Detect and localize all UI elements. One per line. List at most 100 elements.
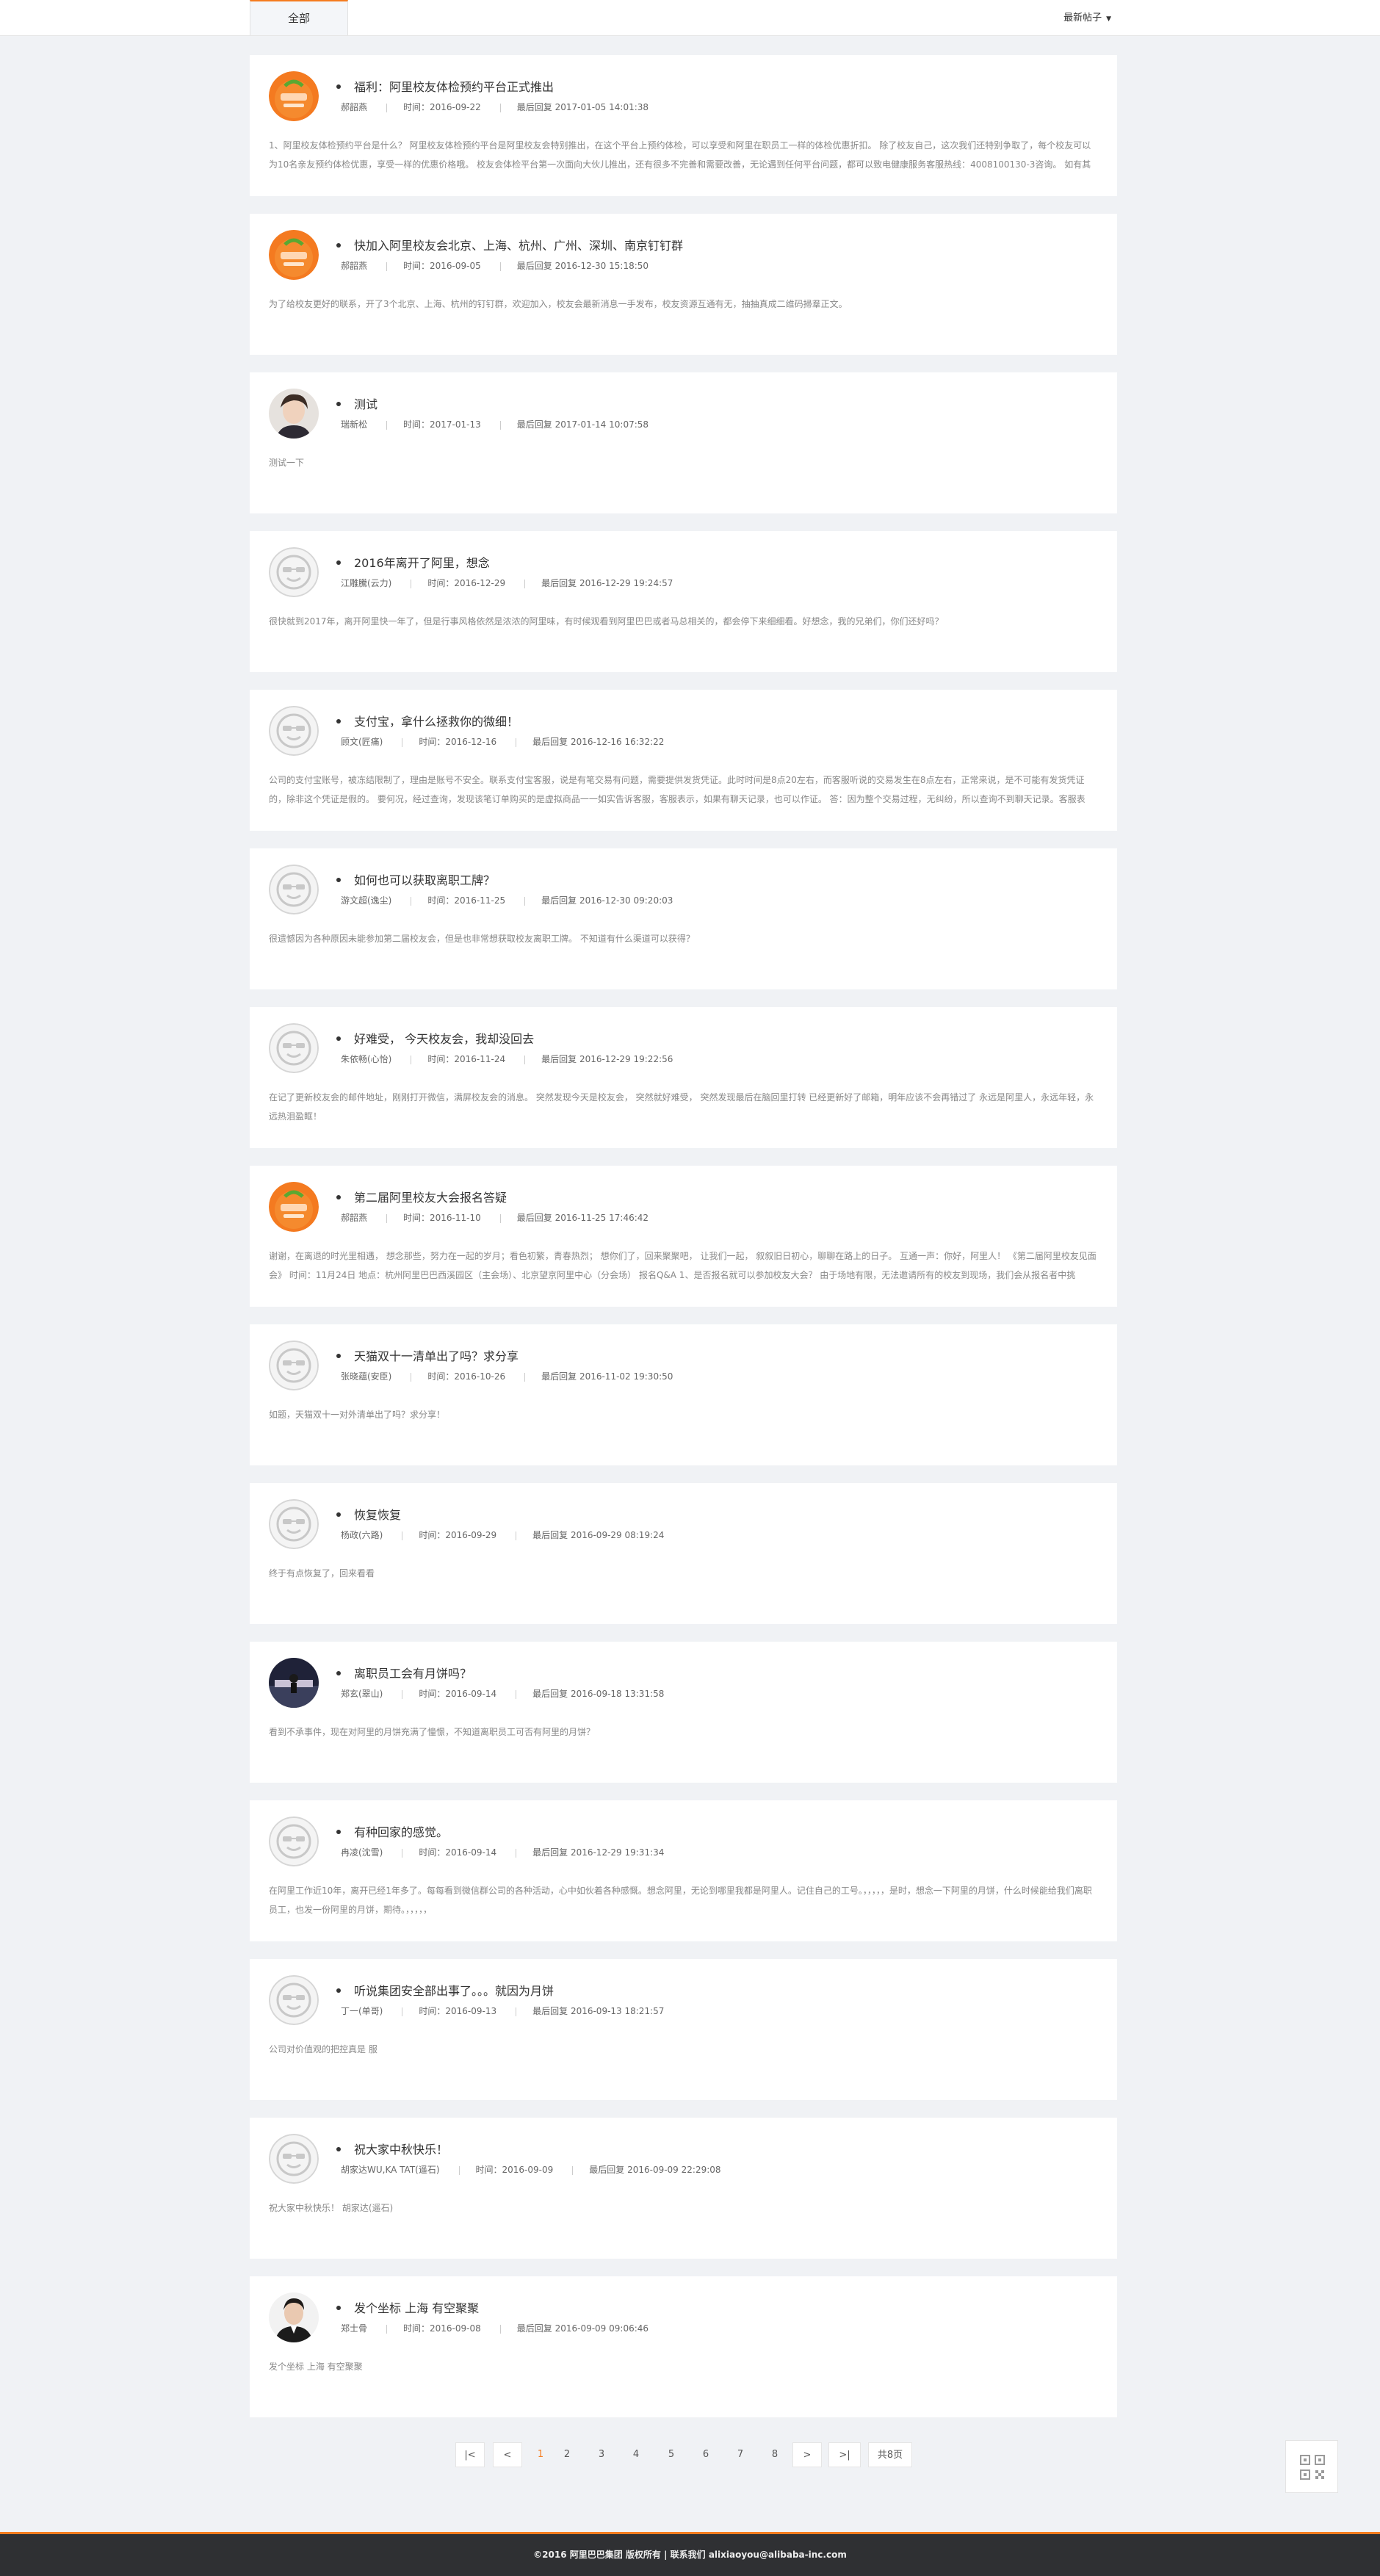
post-title[interactable]: 2016年离开了阿里，想念	[354, 556, 490, 570]
post-title[interactable]: 有种回家的感觉。	[354, 1825, 448, 1839]
post-title-row: 好难受， 今天校友会，我却没回去	[336, 1029, 534, 1047]
next-page-button[interactable]: >	[792, 2442, 822, 2467]
avatar[interactable]	[269, 1341, 319, 1390]
post-card[interactable]: 支付宝，拿什么拯救你的微细！ 顾文(匠痛) 时间：2016-12-16 最后回复 20…	[250, 690, 1117, 831]
avatar[interactable]	[269, 1499, 319, 1549]
post-author[interactable]: 胡家达WU,KA TAT(遥石)	[341, 2165, 440, 2175]
post-author[interactable]: 冉凌(沈雪)	[341, 1847, 383, 1858]
last-page-button[interactable]: >|	[828, 2442, 861, 2467]
avatar[interactable]	[269, 2292, 319, 2342]
post-author[interactable]: 郝韶燕	[341, 102, 367, 112]
post-card[interactable]: 测试 瑞新松 时间：2017-01-13 最后回复 2017-01-14 10:07:…	[250, 372, 1117, 513]
post-author[interactable]: 郑玄(翠山)	[341, 1689, 383, 1699]
avatar[interactable]	[269, 1816, 319, 1866]
post-author[interactable]: 游文超(逸尘)	[341, 895, 391, 906]
post-card[interactable]: 离职员工会有月饼吗？ 郑玄(翠山) 时间：2016-09-14 最后回复 2016-0…	[250, 1642, 1117, 1783]
post-title[interactable]: 发个坐标 上海 有空聚聚	[354, 2301, 479, 2315]
post-author[interactable]: 丁一(单哥)	[341, 2006, 383, 2016]
prev-page-button[interactable]: <	[493, 2442, 522, 2467]
post-card[interactable]: 天猫双十一清单出了吗？求分享 张晓蕴(安臣) 时间：2016-10-26 最后回复 2…	[250, 1324, 1117, 1465]
avatar[interactable]	[269, 230, 319, 280]
post-excerpt: 发个坐标 上海 有空聚聚	[269, 2362, 363, 2372]
post-time: 时间：2016-11-10	[403, 1213, 481, 1223]
page-5-link[interactable]: 5	[662, 2442, 680, 2467]
post-title[interactable]: 祝大家中秋快乐！	[354, 2143, 448, 2157]
post-card[interactable]: 如何也可以获取离职工牌？ 游文超(逸尘) 时间：2016-11-25 最后回复 201…	[250, 848, 1117, 989]
post-last-reply: 最后回复 2016-12-30 15:18:50	[516, 261, 649, 271]
page-4-link[interactable]: 4	[627, 2442, 645, 2467]
post-author[interactable]: 杨政(六路)	[341, 1530, 383, 1540]
page-8-link[interactable]: 8	[766, 2442, 784, 2467]
post-card[interactable]: 好难受， 今天校友会，我却没回去朱依畅(心怡) 时间：2016-11-24 最后回复…	[250, 1007, 1117, 1148]
post-card[interactable]: 快加入阿里校友会北京、上海、杭州、广州、深圳、南京钉钉群郝韶燕 时间：2016-0…	[250, 214, 1117, 355]
sort-label: 最新帖子	[1063, 12, 1102, 24]
post-title[interactable]: 离职员工会有月饼吗？	[354, 1667, 472, 1681]
post-card[interactable]: 有种回家的感觉。 冉凌(沈雪) 时间：2016-09-14 最后回复 2016-12-…	[250, 1800, 1117, 1941]
post-author[interactable]: 郝韶燕	[341, 261, 367, 271]
post-meta: 郑玄(翠山) 时间：2016-09-14 最后回复 2016-09-18 13:31…	[341, 1687, 664, 1700]
post-author[interactable]: 江雕騰(云力)	[341, 578, 391, 588]
avatar[interactable]	[269, 1182, 319, 1232]
post-title[interactable]: 听说集团安全部出事了。。。就因为月饼	[354, 1984, 554, 1998]
avatar[interactable]	[269, 706, 319, 756]
post-author[interactable]: 郑士骨	[341, 2323, 367, 2334]
avatar[interactable]	[269, 1658, 319, 1708]
post-meta: 胡家达WU,KA TAT(遥石) 时间：2016-09-09 最后回复 2016-0…	[341, 2163, 721, 2176]
avatar[interactable]	[269, 2134, 319, 2184]
tab-all[interactable]: 全部	[250, 0, 348, 35]
meta-divider	[524, 896, 526, 906]
post-author[interactable]: 张晓蕴(安臣)	[341, 1371, 391, 1382]
post-title[interactable]: 天猫双十一清单出了吗？求分享	[354, 1349, 519, 1363]
page-2-link[interactable]: 2	[558, 2442, 576, 2467]
post-last-reply: 最后回复 2016-09-18 13:31:58	[532, 1689, 665, 1699]
avatar[interactable]	[269, 865, 319, 914]
post-title-row: 发个坐标 上海 有空聚聚	[336, 2298, 479, 2316]
page-1-link[interactable]: 1	[532, 2442, 549, 2467]
post-title[interactable]: 第二届阿里校友大会报名答疑	[354, 1191, 507, 1205]
avatar[interactable]	[269, 1023, 319, 1073]
post-last-reply: 最后回复 2016-09-29 08:19:24	[532, 1530, 665, 1540]
qr-code-button[interactable]	[1285, 2440, 1338, 2493]
meta-divider	[386, 103, 388, 112]
sort-dropdown[interactable]: 最新帖子 ▼	[1063, 0, 1111, 35]
post-card[interactable]: 第二届阿里校友大会报名答疑 郝韶燕 时间：2016-11-10 最后回复 2016-1…	[250, 1166, 1117, 1307]
post-title[interactable]: 测试	[354, 397, 377, 411]
post-time: 时间：2016-12-29	[427, 578, 506, 588]
post-title[interactable]: 快加入阿里校友会北京、上海、杭州、广州、深圳、南京钉钉群	[354, 239, 683, 253]
meta-divider	[524, 1372, 526, 1382]
post-author[interactable]: 郝韶燕	[341, 1213, 367, 1223]
post-title[interactable]: 如何也可以获取离职工牌？	[354, 873, 495, 887]
avatar[interactable]	[269, 1975, 319, 2025]
page-7-link[interactable]: 7	[731, 2442, 749, 2467]
bullet-icon	[336, 84, 341, 89]
post-title-row: 恢复恢复	[336, 1505, 401, 1523]
avatar[interactable]	[269, 389, 319, 439]
post-card[interactable]: 发个坐标 上海 有空聚聚 郑士骨 时间：2016-09-08 最后回复 2016-09…	[250, 2276, 1117, 2417]
post-author[interactable]: 顾文(匠痛)	[341, 737, 383, 747]
post-title-row: 听说集团安全部出事了。。。就因为月饼	[336, 1981, 554, 1999]
post-time: 时间：2016-09-05	[403, 261, 481, 271]
post-author[interactable]: 瑞新松	[341, 419, 367, 430]
post-title[interactable]: 支付宝，拿什么拯救你的微细！	[354, 715, 519, 729]
post-meta: 朱依畅(心怡) 时间：2016-11-24 最后回复 2016-12-29 19:2…	[341, 1053, 673, 1065]
post-card[interactable]: 听说集团安全部出事了。。。就因为月饼 丁一(单哥) 时间：2016-09-13 最后回…	[250, 1959, 1117, 2100]
post-card[interactable]: 祝大家中秋快乐！ 胡家达WU,KA TAT(遥石) 时间：2016-09-09 最后回…	[250, 2118, 1117, 2259]
bullet-icon	[336, 2146, 341, 2151]
post-title[interactable]: 恢复恢复	[354, 1508, 401, 1522]
post-title[interactable]: 好难受， 今天校友会，我却没回去	[354, 1032, 534, 1046]
post-card[interactable]: 恢复恢复 杨政(六路) 时间：2016-09-29 最后回复 2016-09-29 0…	[250, 1483, 1117, 1624]
post-meta: 江雕騰(云力) 时间：2016-12-29 最后回复 2016-12-29 19:2…	[341, 577, 673, 589]
first-page-button[interactable]: |<	[455, 2442, 485, 2467]
post-title-row: 天猫双十一清单出了吗？求分享	[336, 1346, 519, 1364]
post-title[interactable]: 福利：阿里校友体检预约平台正式推出	[354, 80, 554, 94]
avatar[interactable]	[269, 71, 319, 121]
post-last-reply: 最后回复 2016-12-16 16:32:22	[532, 737, 665, 747]
page-6-link[interactable]: 6	[697, 2442, 715, 2467]
page-3-link[interactable]: 3	[593, 2442, 610, 2467]
post-author[interactable]: 朱依畅(心怡)	[341, 1054, 391, 1064]
post-title-row: 测试	[336, 394, 377, 412]
bullet-icon	[336, 1512, 341, 1517]
post-card[interactable]: 福利：阿里校友体检预约平台正式推出 郝韶燕 时间：2016-09-22 最后回复 20…	[250, 55, 1117, 196]
post-card[interactable]: 2016年离开了阿里，想念 江雕騰(云力) 时间：2016-12-29 最后回复 20…	[250, 531, 1117, 672]
avatar[interactable]	[269, 547, 319, 597]
